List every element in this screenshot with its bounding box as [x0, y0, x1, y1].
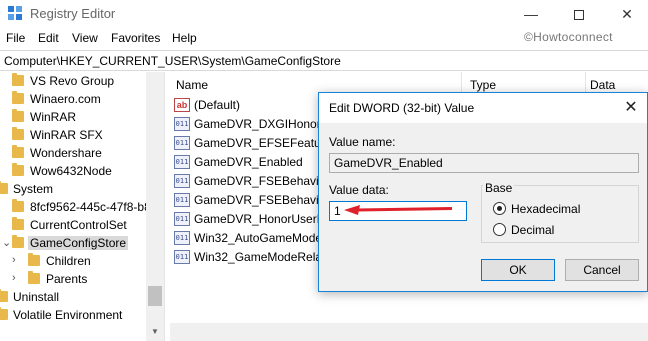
string-value-icon: ab	[174, 98, 190, 112]
dword-value-icon: 011	[174, 174, 190, 188]
hexadecimal-label[interactable]: Hexadecimal	[511, 202, 580, 216]
value-name: GameDVR_HonorUserFS	[194, 212, 333, 226]
edit-dword-dialog: Edit DWORD (32-bit) Value ✕ Value name: …	[318, 92, 648, 292]
watermark: ©Howtoconnect	[524, 30, 613, 44]
tree-item[interactable]: System	[0, 180, 164, 198]
dword-value-icon: 011	[174, 155, 190, 169]
folder-icon	[12, 145, 24, 158]
decimal-label[interactable]: Decimal	[511, 223, 554, 237]
value-name: GameDVR_DXGIHonorF	[194, 117, 329, 131]
tree-item[interactable]: Wow6432Node	[0, 162, 164, 180]
value-name: Win32_GameModeRelat	[194, 250, 326, 264]
tree-item-label: GameConfigStore	[28, 236, 129, 250]
close-button[interactable]: ✕	[604, 2, 648, 26]
tree-item-label: CurrentControlSet	[30, 218, 127, 232]
value-name: (Default)	[194, 98, 241, 112]
tree-item-label: Wondershare	[30, 146, 102, 160]
menu-view[interactable]: View	[72, 31, 98, 45]
folder-icon	[0, 181, 8, 194]
dword-value-icon: 011	[174, 136, 190, 150]
value-name: Win32_AutoGameMode	[194, 231, 323, 245]
dword-value-icon: 011	[174, 117, 190, 131]
tree-item-label: Parents	[46, 272, 88, 286]
dialog-close-button[interactable]: ✕	[619, 97, 643, 119]
value-name: GameDVR_FSEBehavior	[194, 174, 330, 188]
tree-item[interactable]: Wondershare	[0, 144, 164, 162]
window-title: Registry Editor	[30, 6, 116, 21]
dword-value-icon: 011	[174, 193, 190, 207]
ok-button[interactable]: OK	[481, 259, 555, 281]
tree-item[interactable]: Volatile Environment	[0, 306, 164, 324]
folder-icon	[12, 91, 24, 104]
maximize-button[interactable]	[556, 2, 602, 26]
folder-icon	[0, 307, 8, 320]
address-bar[interactable]: Computer\HKEY_CURRENT_USER\System\GameCo…	[0, 50, 648, 71]
annotation-arrow-icon	[344, 205, 453, 215]
folder-icon	[12, 199, 24, 212]
folder-icon	[12, 127, 24, 140]
registry-editor-icon	[8, 6, 24, 22]
folder-icon	[12, 109, 24, 122]
folder-open-icon	[12, 235, 24, 248]
tree-item-label: 8fcf9562-445c-47f8-b8	[30, 200, 151, 214]
hexadecimal-radio[interactable]	[493, 202, 506, 215]
tree-item[interactable]: Winaero.com	[0, 90, 164, 108]
tree-item-label: Children	[46, 254, 91, 268]
tree-item-label: VS Revo Group	[30, 74, 115, 88]
maximize-icon	[574, 10, 584, 21]
chevron-right-icon[interactable]: ›	[12, 254, 16, 266]
tree-item-label: WinRAR SFX	[30, 128, 103, 142]
tree-item-label: Winaero.com	[30, 92, 101, 106]
tree-item-label: System	[13, 182, 54, 196]
address-path: Computer\HKEY_CURRENT_USER\System\GameCo…	[4, 54, 341, 68]
menu-edit[interactable]: Edit	[38, 31, 59, 45]
folder-icon	[28, 253, 40, 266]
dword-value-icon: 011	[174, 212, 190, 226]
tree-scrollbar[interactable]: ▼	[146, 72, 164, 341]
tree-item-selected[interactable]: ⌄ GameConfigStore	[0, 234, 164, 252]
decimal-radio[interactable]	[493, 223, 506, 236]
dialog-title: Edit DWORD (32-bit) Value	[329, 101, 475, 115]
dialog-title-bar: Edit DWORD (32-bit) Value ✕	[319, 93, 647, 123]
value-name: GameDVR_EFSEFeatureF	[194, 136, 339, 150]
folder-icon	[28, 271, 40, 284]
dword-value-icon: 011	[174, 231, 190, 245]
chevron-down-icon[interactable]: ⌄	[2, 236, 11, 249]
tree-item[interactable]: Uninstall	[0, 288, 164, 306]
tree-item-label: Uninstall	[13, 290, 60, 304]
cancel-button[interactable]: Cancel	[565, 259, 639, 281]
horizontal-scrollbar[interactable]	[170, 323, 648, 341]
tree-item-label: WinRAR	[30, 110, 77, 124]
value-name-field[interactable]: GameDVR_Enabled	[329, 153, 639, 173]
folder-icon	[0, 289, 8, 302]
registry-tree[interactable]: VS Revo Group Winaero.com WinRAR WinRAR …	[0, 72, 164, 341]
tree-item[interactable]: VS Revo Group	[0, 72, 164, 90]
dword-value-icon: 011	[174, 250, 190, 264]
base-label: Base	[483, 181, 515, 195]
chevron-right-icon[interactable]: ›	[12, 272, 16, 284]
tree-scroll-thumb[interactable]	[148, 286, 162, 306]
tree-item-label: Volatile Environment	[13, 308, 123, 322]
tree-item[interactable]: WinRAR	[0, 108, 164, 126]
value-name: GameDVR_Enabled	[194, 155, 303, 169]
menu-favorites[interactable]: Favorites	[111, 31, 160, 45]
tree-item[interactable]: › Children	[0, 252, 164, 270]
menu-help[interactable]: Help	[172, 31, 197, 45]
menu-file[interactable]: File	[6, 31, 25, 45]
folder-icon	[12, 163, 24, 176]
folder-icon	[12, 217, 24, 230]
tree-item[interactable]: CurrentControlSet	[0, 216, 164, 234]
tree-item-label: Wow6432Node	[30, 164, 112, 178]
tree-item[interactable]: 8fcf9562-445c-47f8-b8	[0, 198, 164, 216]
tree-item[interactable]: WinRAR SFX	[0, 126, 164, 144]
tree-item[interactable]: › Parents	[0, 270, 164, 288]
scroll-down-icon[interactable]: ▼	[146, 327, 164, 336]
value-data-label: Value data:	[329, 183, 389, 197]
title-bar: Registry Editor — ✕	[0, 0, 648, 28]
value-name-label: Value name:	[329, 135, 396, 149]
folder-icon	[12, 73, 24, 86]
minimize-button[interactable]: —	[508, 2, 554, 26]
